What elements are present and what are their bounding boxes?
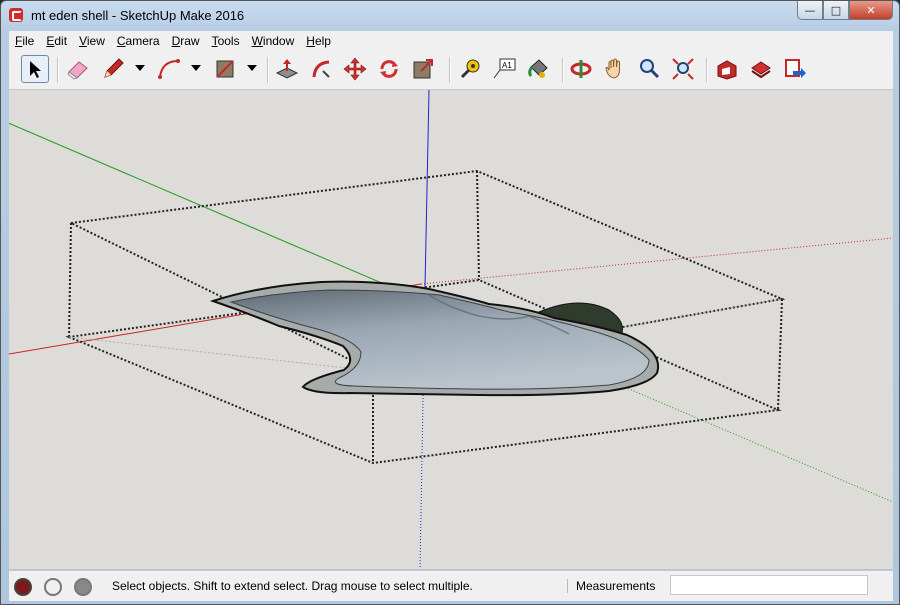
menu-window[interactable]: Window <box>246 34 301 48</box>
arrow-cursor-icon <box>30 61 41 78</box>
menu-tools[interactable]: Tools <box>206 34 246 48</box>
measurements-input[interactable] <box>670 575 868 595</box>
select-tool-button[interactable] <box>21 55 49 83</box>
layout-send-button[interactable] <box>781 55 809 83</box>
menu-bar: File Edit View Camera Draw Tools Window … <box>9 31 893 51</box>
toolbar-separator <box>267 57 269 83</box>
paint-bucket-icon <box>528 59 548 78</box>
status-bar: Select objects. Shift to extend select. … <box>9 570 893 601</box>
green-axis-solid <box>9 122 392 288</box>
info-icon[interactable] <box>44 578 62 596</box>
arc-tool-button[interactable] <box>155 55 183 83</box>
scale-icon <box>413 59 433 79</box>
shape-tool-dropdown[interactable] <box>247 65 257 71</box>
move-arrows-icon <box>343 57 367 81</box>
arc-tool-dropdown[interactable] <box>191 65 201 71</box>
tape-measure-tool-button[interactable] <box>456 55 484 83</box>
toolbar-separator <box>706 57 708 83</box>
minimize-button[interactable]: — <box>797 1 823 20</box>
status-hint: Select objects. Shift to extend select. … <box>112 579 473 593</box>
follow-me-icon <box>312 60 330 78</box>
warehouse-icon <box>717 60 737 80</box>
arc-icon <box>158 59 180 79</box>
paint-bucket-tool-button[interactable] <box>524 55 552 83</box>
3d-warehouse-button[interactable] <box>713 55 741 83</box>
zoom-tool-button[interactable] <box>635 55 663 83</box>
hidden-box-edge <box>68 336 374 372</box>
zoom-extents-tool-button[interactable] <box>669 55 697 83</box>
app-window: mt eden shell - SketchUp Make 2016 — □ ✕… <box>0 0 900 605</box>
toolbar-separator <box>449 57 451 83</box>
pan-tool-button[interactable] <box>601 55 629 83</box>
push-pull-tool-button[interactable] <box>273 55 301 83</box>
sketchup-logo-icon <box>9 8 23 22</box>
window-title: mt eden shell - SketchUp Make 2016 <box>31 8 245 23</box>
shape-tool-button[interactable] <box>211 55 239 83</box>
menu-draw[interactable]: Draw <box>166 34 206 48</box>
toolbar-separator <box>562 57 564 83</box>
orbit-tool-button[interactable] <box>567 55 595 83</box>
send-to-layout-icon <box>785 59 806 78</box>
extension-warehouse-button[interactable] <box>747 55 775 83</box>
main-toolbar: A1 <box>9 51 893 90</box>
3d-viewport[interactable] <box>9 90 893 569</box>
rectangle-icon <box>216 60 234 78</box>
menu-view[interactable]: View <box>73 34 111 48</box>
text-label-icon: A1 <box>493 58 516 79</box>
scale-tool-button[interactable] <box>409 55 437 83</box>
window-controls: — □ ✕ <box>797 1 893 20</box>
close-button[interactable]: ✕ <box>849 1 893 20</box>
rotate-icon <box>380 60 398 78</box>
menu-help[interactable]: Help <box>300 34 337 48</box>
move-tool-button[interactable] <box>341 55 369 83</box>
push-pull-icon <box>275 59 299 79</box>
line-tool-dropdown[interactable] <box>135 65 145 71</box>
toolbar-separator <box>57 57 59 83</box>
extension-warehouse-icon <box>751 61 771 79</box>
rotate-tool-button[interactable] <box>375 55 403 83</box>
eraser-tool-button[interactable] <box>64 55 92 83</box>
eraser-icon <box>67 61 88 80</box>
menu-file[interactable]: File <box>9 34 40 48</box>
zoom-extents-icon <box>672 58 694 80</box>
text-tool-button[interactable]: A1 <box>490 55 518 83</box>
text-tool-label: A1 <box>502 61 512 70</box>
follow-me-tool-button[interactable] <box>307 55 335 83</box>
menu-camera[interactable]: Camera <box>111 34 166 48</box>
maximize-button[interactable]: □ <box>823 1 849 20</box>
orbit-icon <box>570 60 592 78</box>
line-tool-button[interactable] <box>99 55 127 83</box>
pencil-icon <box>104 58 124 78</box>
menu-edit[interactable]: Edit <box>40 34 73 48</box>
geo-location-icon[interactable] <box>14 578 32 596</box>
user-account-icon[interactable] <box>74 578 92 596</box>
title-bar[interactable]: mt eden shell - SketchUp Make 2016 — □ ✕ <box>1 1 899 31</box>
red-axis-dotted <box>420 237 893 285</box>
measurements-label: Measurements <box>567 579 655 593</box>
hand-icon <box>605 58 620 79</box>
blue-axis-solid <box>424 90 430 288</box>
model-canvas[interactable] <box>9 90 893 569</box>
magnifier-icon <box>640 59 660 79</box>
tape-measure-icon <box>460 59 480 79</box>
